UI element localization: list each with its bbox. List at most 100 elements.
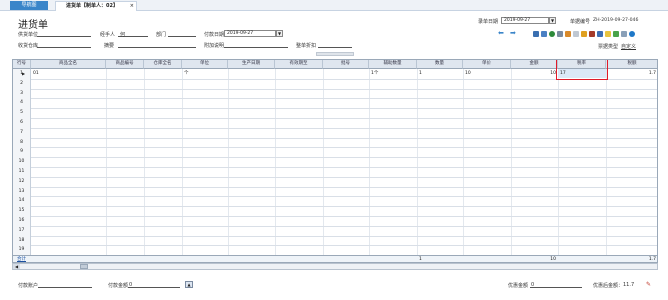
pin-icon[interactable]: ✎ <box>646 281 651 288</box>
disc-amount-value: 0 <box>531 282 535 288</box>
dept-field[interactable] <box>168 31 196 37</box>
col-header-product-code[interactable]: 商品编号 <box>106 60 144 69</box>
col-header-amount[interactable]: 金额 <box>511 60 558 69</box>
row-marker-icon: ▶ <box>22 71 26 76</box>
row-number[interactable]: 6 <box>13 118 31 128</box>
col-header-qty[interactable]: 数量 <box>417 60 463 69</box>
supplier-field[interactable] <box>37 31 91 37</box>
scroll-thumb[interactable] <box>80 264 88 269</box>
handler-field[interactable]: 何 <box>118 31 148 38</box>
warehouse-field[interactable] <box>37 42 91 48</box>
row-number[interactable]: 3 <box>13 88 31 99</box>
col-header-warehouse[interactable]: 仓库全名 <box>144 60 182 69</box>
row-number[interactable]: 4 <box>13 98 31 109</box>
arrow-right-icon[interactable]: ➡ <box>510 30 516 37</box>
pay-amount-label: 付款金额 <box>108 283 129 289</box>
row1-amount[interactable]: 10 <box>533 70 556 78</box>
row-divider <box>13 225 657 227</box>
col-header-aux-qty[interactable]: 辅助数量 <box>369 60 417 69</box>
row-number[interactable]: 8 <box>13 137 31 148</box>
row-number[interactable]: 12 <box>13 176 31 187</box>
entry-date-label: 录单日期 <box>478 19 499 25</box>
doc-type-value[interactable]: 自定义 <box>621 43 636 50</box>
doc-no-label: 单据编号 <box>570 19 591 25</box>
row1-qty[interactable]: 1 <box>419 70 422 78</box>
edit-icon[interactable] <box>573 31 579 37</box>
row-number[interactable]: 13 <box>13 186 31 197</box>
pay-amount-field[interactable]: 0 <box>128 282 180 288</box>
chart-icon[interactable] <box>533 31 539 37</box>
row-number[interactable]: 15 <box>13 206 31 216</box>
doc-type-label: 票据类型 <box>598 44 619 50</box>
scroll-left-icon[interactable]: ◀ <box>13 264 20 269</box>
col-header-product-name[interactable]: 商品全名 <box>31 60 106 69</box>
col-header-batch[interactable]: 批号 <box>323 60 369 69</box>
col-header-expiry[interactable]: 有效期至 <box>275 60 323 69</box>
col-header-line-no[interactable]: 行号 <box>13 60 31 69</box>
tab-purchase-order[interactable]: 进货单【制单人：02】 × <box>55 1 137 11</box>
row1-tax[interactable]: 1.7 <box>633 70 656 78</box>
help-icon[interactable] <box>629 31 635 37</box>
note-label: 附加说明 <box>204 43 225 49</box>
summary-field[interactable] <box>118 42 196 48</box>
row1-price[interactable]: 10 <box>465 70 471 78</box>
disc-amount-field[interactable]: 0 <box>530 282 582 288</box>
row1-product-name[interactable]: 01 <box>33 70 39 78</box>
settings-icon[interactable] <box>557 31 563 37</box>
row-number[interactable]: 10 <box>13 157 31 167</box>
row-number[interactable]: 14 <box>13 196 31 207</box>
discount-field[interactable] <box>318 42 352 48</box>
row-number[interactable]: 2 <box>13 78 31 89</box>
col-header-prod-date[interactable]: 生产日期 <box>228 60 275 69</box>
items-grid: 行号 商品全名 商品编号 仓库全名 单位 生产日期 有效期至 批号 辅助数量 数… <box>12 59 658 264</box>
row-divider <box>13 167 657 168</box>
minus-icon[interactable] <box>621 31 627 37</box>
horizontal-scrollbar[interactable]: ◀ <box>12 263 658 270</box>
doc-no-value: ZH-2019-09-27-046 <box>593 18 639 23</box>
row1-unit[interactable]: 个 <box>184 70 189 78</box>
tab-navigation[interactable]: 导航图 <box>10 1 48 10</box>
col-header-tax[interactable]: 税额 <box>606 60 657 69</box>
save-icon[interactable] <box>581 31 587 37</box>
pay-amount-button[interactable]: ▲ <box>185 281 193 288</box>
splitter-handle[interactable] <box>316 52 354 56</box>
entry-date-field[interactable]: 2019-09-27 <box>501 17 549 24</box>
print-icon[interactable] <box>605 31 611 37</box>
refresh-icon[interactable] <box>549 31 555 37</box>
row-number[interactable]: 11 <box>13 167 31 177</box>
highlight-box <box>556 60 608 80</box>
bar-chart-icon[interactable] <box>541 31 547 37</box>
user-icon[interactable] <box>597 31 603 37</box>
row-divider <box>13 147 657 149</box>
row-divider <box>13 137 657 139</box>
folder-icon[interactable] <box>565 31 571 37</box>
row-number[interactable]: 16 <box>13 216 31 226</box>
book-icon[interactable] <box>589 31 595 37</box>
row-number[interactable]: 18 <box>13 235 31 246</box>
discount-label: 整单折扣 <box>296 43 317 49</box>
tab-bar: 导航图 进货单【制单人：02】 × <box>0 0 668 11</box>
arrow-left-icon[interactable]: ⬅ <box>498 30 504 37</box>
paydate-field[interactable]: 2019-09-27 <box>224 30 276 37</box>
col-header-price[interactable]: 单价 <box>463 60 511 69</box>
col-header-unit[interactable]: 单位 <box>182 60 228 69</box>
row-divider <box>13 245 657 247</box>
row-number[interactable]: 5 <box>13 108 31 118</box>
paydate-dropdown[interactable]: ▼ <box>276 30 283 37</box>
disc-amount-label: 优惠金额 <box>508 283 529 289</box>
pay-account-field[interactable] <box>38 282 92 288</box>
entry-date-dropdown[interactable]: ▼ <box>549 17 556 24</box>
row-number[interactable]: 7 <box>13 127 31 138</box>
row1-aux-qty[interactable]: 1个 <box>371 70 378 78</box>
row-divider <box>13 235 657 237</box>
row-number[interactable]: 19 <box>13 245 31 256</box>
after-disc-value: 11.7 <box>623 282 635 288</box>
row-number[interactable]: 17 <box>13 225 31 236</box>
close-icon[interactable]: × <box>130 2 134 10</box>
row-number[interactable]: 9 <box>13 147 31 158</box>
total-row: 合计 1 10 1.7 <box>12 255 658 263</box>
row-divider <box>13 176 657 178</box>
note-field[interactable] <box>224 42 288 48</box>
supplier-label: 供货单位 <box>18 32 39 38</box>
leaf-icon[interactable] <box>613 31 619 37</box>
